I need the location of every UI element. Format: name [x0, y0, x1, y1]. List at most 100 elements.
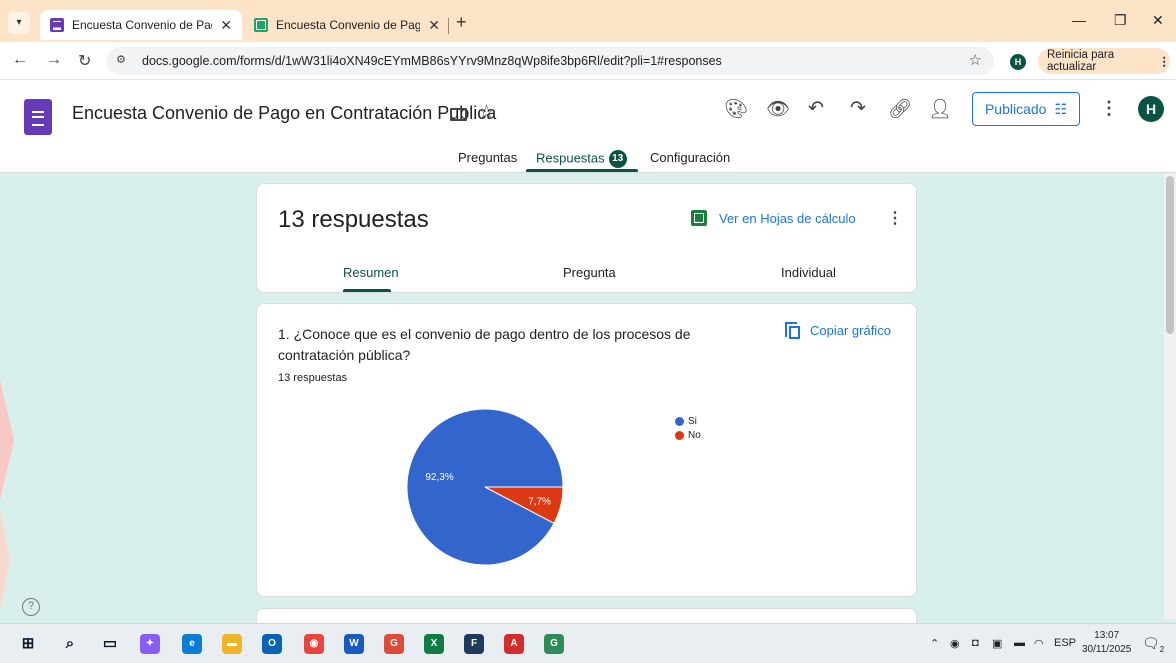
tab-questions[interactable]: Preguntas: [458, 150, 517, 165]
update-button[interactable]: Reinicia para actualizar ⋮: [1038, 48, 1170, 74]
outlook-icon[interactable]: O: [262, 634, 282, 654]
update-label: Reinicia para actualizar: [1047, 49, 1115, 73]
pie-label-si: 92,3%: [425, 472, 453, 483]
preview-eye-icon[interactable]: 👁︎: [766, 97, 790, 121]
forms-header: Encuesta Convenio de Pago en Contratació…: [0, 80, 1176, 173]
legend-swatch: [675, 430, 684, 440]
edge-icon[interactable]: e: [182, 634, 202, 654]
tab-title: Encuesta Convenio de Pago en: [276, 18, 421, 32]
forms-icon: [50, 18, 64, 32]
palette-icon[interactable]: 🎨︎: [724, 97, 748, 121]
notification-count: 2: [1159, 644, 1165, 654]
redo-icon[interactable]: ↷: [846, 97, 870, 120]
summary-card: 13 respuestas Ver en Hojas de cálculo ⋮ …: [256, 183, 917, 293]
language-indicator[interactable]: ESP: [1054, 637, 1076, 649]
wifi-icon[interactable]: ◠: [1034, 637, 1044, 650]
tab-separator: [448, 18, 449, 34]
new-tab-button[interactable]: +: [456, 12, 467, 33]
search-icon[interactable]: ⌕: [60, 634, 80, 654]
excel-icon[interactable]: X: [424, 634, 444, 654]
form-title[interactable]: Encuesta Convenio de Pago en Contratació…: [72, 103, 496, 124]
form-tabs: Preguntas Respuestas 13 Configuración: [0, 148, 1176, 173]
link-icon[interactable]: 🔗︎: [888, 97, 912, 121]
active-subtab-indicator: [343, 289, 391, 292]
page-scrollbar[interactable]: [1164, 174, 1176, 619]
forward-arrow-icon[interactable]: →: [46, 51, 62, 69]
legend-label: No: [688, 429, 701, 441]
publish-settings-icon: ☷: [1054, 100, 1068, 117]
star-icon[interactable]: ☆: [478, 101, 495, 124]
notification-icon[interactable]: 🗨︎2: [1142, 635, 1164, 654]
tab-close-icon[interactable]: ✕: [220, 17, 232, 34]
chart-legend: Si No: [675, 414, 701, 442]
legend-item-no[interactable]: No: [675, 428, 701, 442]
acrobat-icon[interactable]: A: [504, 634, 524, 654]
subtab-individual[interactable]: Individual: [781, 265, 836, 280]
battery-icon[interactable]: ▬: [1014, 637, 1025, 649]
published-button[interactable]: Publicado ☷: [972, 92, 1080, 126]
word-icon[interactable]: W: [344, 634, 364, 654]
app-icon[interactable]: F: [464, 634, 484, 654]
browser-tab-sheets[interactable]: Encuesta Convenio de Pago en ✕: [244, 10, 450, 40]
decorative-accent: [0, 380, 14, 610]
chrome-profile-h-icon[interactable]: G: [544, 634, 564, 654]
url-text[interactable]: docs.google.com/forms/d/1wW31li4oXN49cEY…: [142, 54, 722, 68]
published-label: Publicado: [984, 101, 1047, 117]
windows-taskbar: ⊞ ⌕ ▭ ✦ e ▬ O ◉ W G X F A G ⌃ ◉ ◘ ▣ ▬ ◠ ESP 13:07 30/…: [0, 623, 1176, 663]
response-count: 13 respuestas: [278, 206, 429, 233]
chrome-profile-icon[interactable]: G: [384, 634, 404, 654]
subtab-question[interactable]: Pregunta: [563, 265, 616, 280]
tray-meet-icon[interactable]: ◘: [972, 637, 979, 649]
legend-swatch: [675, 416, 684, 426]
tab-search-chevron-down-icon[interactable]: ▾: [8, 12, 30, 34]
add-collaborator-icon[interactable]: 👤︎: [928, 97, 952, 121]
responses-count-badge: 13: [608, 150, 627, 168]
view-in-sheets-label: Ver en Hojas de cálculo: [719, 210, 856, 226]
scrollbar-thumb[interactable]: [1166, 176, 1174, 334]
move-to-folder-icon[interactable]: [450, 108, 467, 121]
close-window-icon[interactable]: ✕: [1152, 12, 1164, 29]
back-arrow-icon[interactable]: ←: [12, 51, 28, 69]
clock[interactable]: 13:07 30/11/2025: [1082, 629, 1131, 657]
browser-tab-forms[interactable]: Encuesta Convenio de Pago en ✕: [40, 10, 242, 40]
site-info-icon[interactable]: ⚙: [116, 53, 126, 66]
active-tab-indicator: [526, 169, 638, 172]
tab-title: Encuesta Convenio de Pago en: [72, 18, 212, 32]
google-forms-logo-icon[interactable]: [24, 99, 52, 135]
legend-item-si[interactable]: Si: [675, 414, 701, 428]
tab-settings[interactable]: Configuración: [650, 150, 730, 165]
reload-icon[interactable]: ↻: [78, 51, 91, 71]
undo-icon[interactable]: ↶: [804, 97, 828, 120]
tray-app-icon[interactable]: ◉: [950, 637, 960, 650]
tab-responses-label: Respuestas: [536, 150, 605, 166]
chrome-icon[interactable]: ◉: [304, 634, 324, 654]
pie-chart[interactable]: 92,3% 7,7%: [257, 304, 918, 598]
user-avatar[interactable]: H: [1138, 96, 1164, 122]
clock-time: 13:07: [1094, 630, 1120, 641]
browser-toolbar: ← → ↻ ⚙ docs.google.com/forms/d/1wW31li4…: [0, 42, 1176, 80]
view-in-sheets-link[interactable]: Ver en Hojas de cálculo: [691, 210, 856, 226]
help-icon[interactable]: ?: [22, 598, 40, 616]
minimize-icon[interactable]: —: [1072, 12, 1086, 28]
bookmark-star-icon[interactable]: ☆: [969, 51, 982, 69]
subtab-summary[interactable]: Resumen: [343, 265, 399, 280]
windows-start-icon[interactable]: ⊞: [18, 634, 38, 654]
address-bar[interactable]: ⚙ docs.google.com/forms/d/1wW31li4oXN49c…: [106, 47, 994, 75]
tab-responses[interactable]: Respuestas 13: [536, 150, 627, 168]
pie-label-no: 7,7%: [528, 496, 551, 507]
tab-close-icon[interactable]: ✕: [428, 17, 440, 34]
task-view-icon[interactable]: ▭: [100, 634, 120, 654]
show-hidden-icons-chevron-icon[interactable]: ⌃: [930, 637, 939, 650]
file-explorer-icon[interactable]: ▬: [222, 634, 242, 654]
browser-tab-strip: ▾ Encuesta Convenio de Pago en ✕ Encuest…: [0, 0, 1176, 42]
question-card: 1. ¿Conoce que es el convenio de pago de…: [256, 303, 917, 597]
restore-icon[interactable]: ❐: [1114, 12, 1127, 29]
more-options-icon[interactable]: ⋮: [887, 208, 903, 228]
copilot-icon[interactable]: ✦: [140, 634, 160, 654]
more-options-icon[interactable]: ⋮: [1100, 98, 1118, 119]
sheets-icon: [691, 210, 707, 226]
tray-monitor-icon[interactable]: ▣: [992, 637, 1002, 650]
legend-label: Si: [688, 415, 697, 427]
more-vert-icon: ⋮: [1158, 56, 1171, 68]
profile-avatar[interactable]: H: [1010, 54, 1026, 70]
